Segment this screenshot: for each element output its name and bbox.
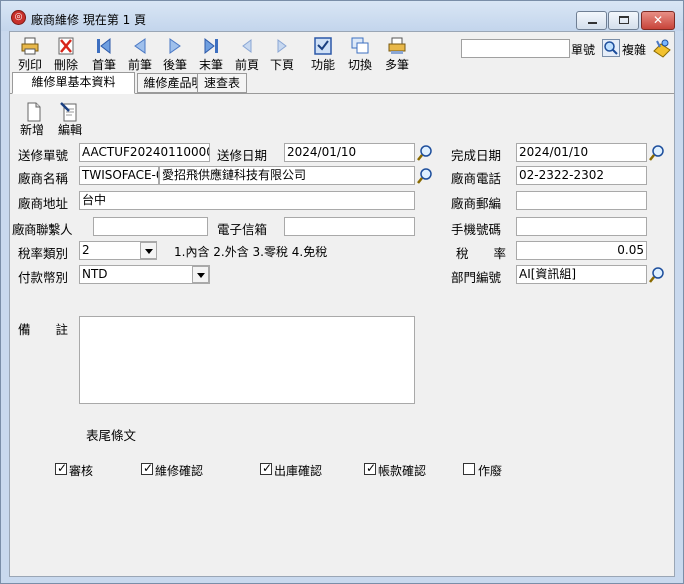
tax-rate-field[interactable]: 0.05 (516, 241, 647, 260)
close-icon: ✕ (652, 13, 664, 27)
tax-type-hint: 1.內含 2.外含 3.零稅 4.免稅 (174, 245, 328, 259)
last-record-icon (204, 37, 218, 55)
complete-date-field[interactable]: 2024/01/10 (516, 143, 647, 162)
vendor-zip-label: 廠商郵編 (451, 196, 502, 211)
account-confirm-label: 帳款確認 (378, 464, 427, 478)
edit-document-icon (60, 102, 77, 122)
edit-label: 編輯 (57, 123, 82, 137)
check-icon: ✓ (262, 461, 273, 475)
app-window: ◎ 廠商維修 現在第 1 頁 ✕ 列印 刪除 首筆 前筆 後筆 末筆 前頁 下頁… (0, 0, 684, 584)
repair-date-lookup-icon[interactable] (417, 144, 435, 162)
vendor-addr-field[interactable]: 台中 (79, 191, 415, 210)
first-record-icon (97, 37, 111, 55)
prev-record-icon (134, 38, 146, 54)
tax-rate-label: 稅 率 (456, 246, 507, 261)
contact-label: 廠商聯繫人 (12, 222, 73, 237)
search-icon[interactable] (602, 39, 620, 57)
maximize-button[interactable] (608, 11, 639, 30)
edit-button[interactable]: 編輯 (50, 100, 90, 140)
footer-terms-label: 表尾條文 (86, 428, 137, 443)
void-checkbox[interactable] (463, 463, 475, 475)
vendor-lookup-icon[interactable] (417, 167, 435, 185)
currency-label: 付款幣別 (18, 270, 69, 285)
void-label: 作廢 (478, 464, 503, 478)
email-field[interactable] (284, 217, 415, 236)
dept-label: 部門編號 (451, 270, 502, 285)
multi-record-icon (388, 37, 406, 54)
contact-field[interactable] (93, 217, 208, 236)
tab-basic-info[interactable]: 維修單基本資料 (12, 72, 135, 94)
doc-no-search-input[interactable] (461, 39, 570, 58)
vendor-code-field[interactable]: TWISOFACE-00 (79, 166, 159, 185)
audit-checkbox[interactable]: ✓ (55, 461, 68, 475)
switch-icon (351, 37, 369, 54)
vendor-zip-field[interactable] (516, 191, 647, 210)
next-record-icon (169, 38, 181, 54)
vendor-phone-field[interactable]: 02-2322-2302 (516, 166, 647, 185)
title-bar: ◎ 廠商維修 現在第 1 頁 ✕ (1, 1, 683, 31)
check-icon: ✓ (57, 461, 68, 475)
vendor-name-field[interactable]: 愛招飛供應鏈科技有限公司 (159, 166, 415, 185)
remark-label: 備 註 (18, 322, 69, 337)
app-icon: ◎ (11, 10, 26, 25)
vendor-addr-label: 廠商地址 (18, 196, 69, 211)
currency-dropdown-button[interactable] (192, 266, 209, 283)
outbound-confirm-label: 出庫確認 (274, 464, 323, 478)
remark-textarea[interactable] (79, 316, 415, 404)
vendor-phone-label: 廠商電話 (451, 171, 502, 186)
next-page-icon (277, 39, 287, 53)
maximize-icon (619, 16, 629, 24)
email-label: 電子信箱 (217, 222, 268, 237)
vendor-name-label: 廠商名稱 (18, 171, 69, 186)
check-icon: ✓ (366, 461, 377, 475)
repair-date-label: 送修日期 (217, 148, 268, 163)
printer-icon (21, 37, 39, 55)
dept-field[interactable]: AI[資訊組] (516, 265, 647, 284)
repair-date-field[interactable]: 2024/01/10 (284, 143, 415, 162)
complex-search-label: 複雜 (622, 43, 647, 57)
account-confirm-checkbox[interactable]: ✓ (364, 461, 377, 475)
multi-record-button[interactable]: 多筆 (377, 34, 417, 74)
check-icon: ✓ (143, 461, 154, 475)
complex-search-icon[interactable] (651, 37, 673, 59)
delete-icon (58, 37, 74, 55)
mobile-field[interactable] (516, 217, 647, 236)
repair-confirm-label: 維修確認 (155, 464, 204, 478)
complete-date-lookup-icon[interactable] (649, 144, 667, 162)
doc-no-label: 單號 (571, 43, 596, 57)
dept-lookup-icon[interactable] (649, 266, 667, 284)
tab-quick-lookup[interactable]: 速查表 (197, 73, 247, 93)
currency-select[interactable]: NTD (79, 265, 210, 284)
minimize-button[interactable] (576, 11, 607, 30)
complete-date-label: 完成日期 (451, 148, 502, 163)
repair-no-field[interactable]: AACTUF202401100001 (79, 143, 210, 162)
new-document-icon (27, 102, 41, 122)
tax-type-dropdown-button[interactable] (140, 242, 157, 259)
repair-confirm-checkbox[interactable]: ✓ (141, 461, 154, 475)
window-title: 廠商維修 現在第 1 頁 (31, 13, 147, 27)
repair-no-label: 送修單號 (18, 148, 69, 163)
minimize-icon (588, 22, 597, 24)
prev-page-icon (242, 39, 252, 53)
audit-label: 審核 (69, 464, 94, 478)
function-icon (314, 37, 332, 55)
tax-type-label: 稅率類別 (18, 246, 69, 261)
next-page-button[interactable]: 下頁 (262, 34, 302, 74)
close-button[interactable]: ✕ (641, 11, 675, 30)
outbound-confirm-checkbox[interactable]: ✓ (260, 461, 273, 475)
client-area: 列印 刪除 首筆 前筆 後筆 末筆 前頁 下頁 功能 切換 多筆 單號 複雜 維… (9, 31, 675, 577)
multi-label: 多筆 (384, 58, 409, 72)
mobile-label: 手機號碼 (451, 222, 502, 237)
